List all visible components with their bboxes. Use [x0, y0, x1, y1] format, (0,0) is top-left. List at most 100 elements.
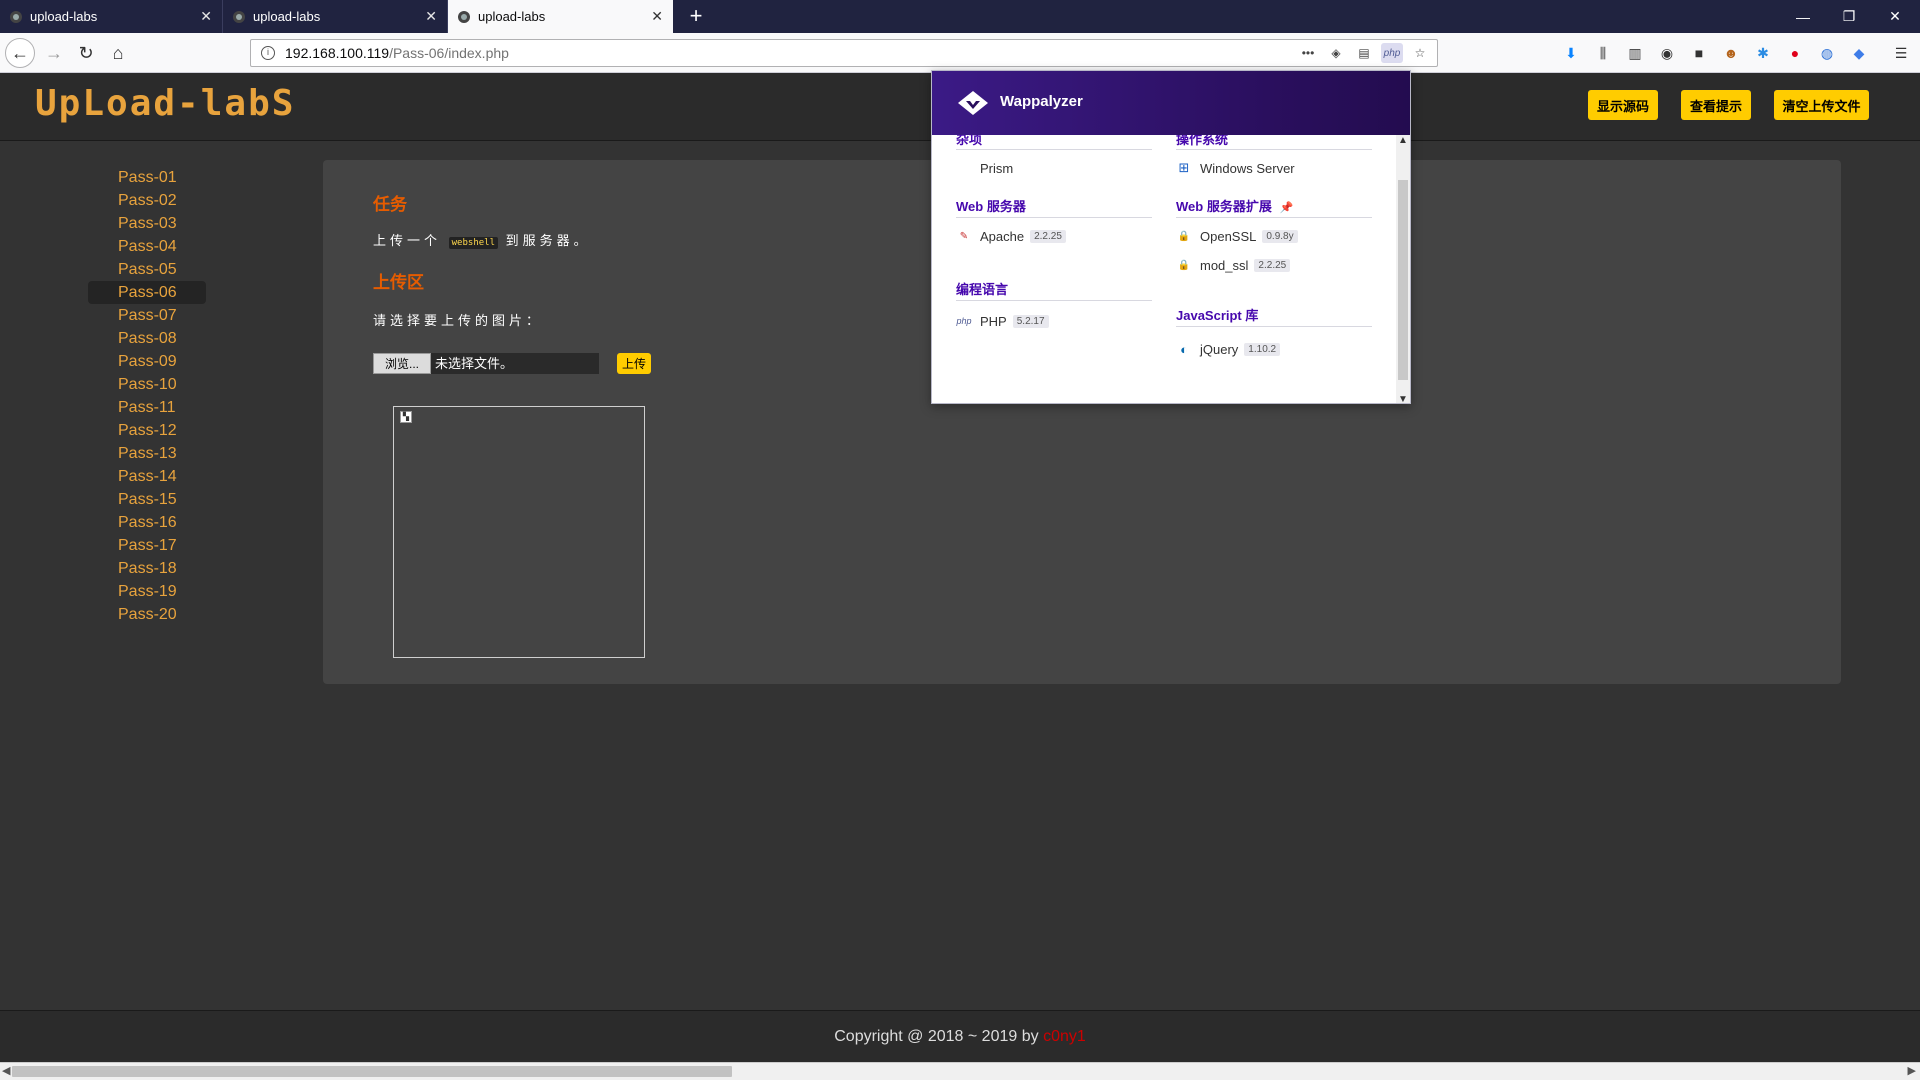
menu-icon[interactable]: ☰ — [1890, 42, 1912, 64]
pin-icon[interactable]: 📌 — [1280, 202, 1294, 214]
account-icon[interactable]: ◉ — [1656, 42, 1678, 64]
browser-tab[interactable]: upload-labs ✕ — [223, 0, 448, 33]
browser-tab-active[interactable]: upload-labs ✕ — [448, 0, 673, 33]
show-hint-button[interactable]: 查看提示 — [1681, 90, 1751, 120]
category-server-extensions[interactable]: Web 服务器扩展 📌 — [1176, 196, 1294, 215]
site-favicon-icon — [10, 10, 22, 23]
divider — [1176, 217, 1372, 218]
apache-feather-icon: ✎ — [959, 230, 969, 242]
clear-uploads-button[interactable]: 清空上传文件 — [1774, 90, 1869, 120]
sidebar-item-pass-19[interactable]: Pass-19 — [88, 580, 206, 603]
sidebar-item-pass-20[interactable]: Pass-20 — [88, 603, 206, 626]
sidebar-item-pass-06[interactable]: Pass-06 — [88, 281, 206, 304]
sidebar-icon[interactable]: ▥ — [1624, 42, 1646, 64]
home-button[interactable]: ⌂ — [104, 39, 132, 67]
scroll-down-icon[interactable]: ▼ — [1398, 394, 1408, 403]
php-extension-icon[interactable]: php — [1381, 43, 1403, 63]
sidebar-item-pass-05[interactable]: Pass-05 — [88, 258, 206, 281]
wappalyzer-header: Wappalyzer — [932, 71, 1410, 135]
sidebar-item-pass-04[interactable]: Pass-04 — [88, 235, 206, 258]
tech-name: mod_ssl — [1200, 257, 1249, 273]
tech-item[interactable]: ⊞ Windows Server — [1176, 160, 1295, 176]
close-window-button[interactable]: ✕ — [1872, 0, 1918, 33]
divider — [956, 217, 1152, 218]
sidebar-item-pass-09[interactable]: Pass-09 — [88, 350, 206, 373]
category-languages[interactable]: 编程语言 — [956, 279, 1008, 298]
tech-name: Apache — [980, 228, 1025, 244]
author-link[interactable]: c0ny1 — [1043, 1028, 1086, 1045]
sidebar-item-pass-02[interactable]: Pass-02 — [88, 189, 206, 212]
tech-item[interactable]: 🔒 mod_ssl 2.2.25 — [1176, 257, 1291, 273]
sidebar-item-pass-08[interactable]: Pass-08 — [88, 327, 206, 350]
bookmark-star-icon[interactable]: ☆ — [1409, 43, 1431, 63]
sidebar-item-pass-12[interactable]: Pass-12 — [88, 419, 206, 442]
tech-name: Windows Server — [1200, 160, 1295, 176]
broken-image-icon: ▚ — [400, 411, 412, 423]
minimize-button[interactable]: — — [1780, 0, 1826, 33]
wappalyzer-scrollbar[interactable]: ▲ ▼ — [1396, 135, 1410, 403]
extension-circle-icon[interactable]: ◍ — [1816, 42, 1838, 64]
close-tab-icon[interactable]: ✕ — [200, 8, 212, 25]
home-icon: ⌂ — [112, 42, 124, 63]
sidebar-item-pass-10[interactable]: Pass-10 — [88, 373, 206, 396]
sidebar-item-pass-01[interactable]: Pass-01 — [88, 166, 206, 189]
tech-name: OpenSSL — [1200, 228, 1257, 244]
library-icon[interactable]: ⫼ — [1592, 42, 1614, 64]
tech-item[interactable]: 🔒 OpenSSL 0.9.8y — [1176, 228, 1298, 244]
extension-badge-icon[interactable]: ◆ — [1848, 42, 1870, 64]
show-source-button[interactable]: 显示源码 — [1588, 90, 1658, 120]
page-actions-icon[interactable]: ••• — [1297, 43, 1319, 63]
category-label: Web 服务器扩展 — [1176, 199, 1272, 214]
sidebar-item-pass-13[interactable]: Pass-13 — [88, 442, 206, 465]
sidebar-item-pass-11[interactable]: Pass-11 — [88, 396, 206, 419]
scrollbar-thumb[interactable] — [12, 1066, 732, 1077]
windows-logo-icon: ⊞ — [1178, 160, 1190, 175]
tech-version: 0.9.8y — [1262, 229, 1298, 243]
sidebar-item-pass-14[interactable]: Pass-14 — [88, 465, 206, 488]
scroll-right-icon[interactable]: ▶ — [1908, 1064, 1916, 1077]
scroll-up-icon[interactable]: ▲ — [1398, 135, 1408, 146]
extension-gear-icon[interactable]: ✱ — [1752, 42, 1774, 64]
url-bar[interactable]: i 192.168.100.119 /Pass-06/index.php •••… — [250, 39, 1438, 67]
upload-button[interactable]: 上传 — [617, 353, 651, 374]
scrollbar-thumb[interactable] — [1398, 180, 1408, 380]
back-button[interactable]: ← — [5, 38, 35, 68]
reload-button[interactable]: ↻ — [72, 39, 100, 67]
lock-icon: 🔒 — [1177, 259, 1191, 271]
tech-item[interactable]: Prism — [956, 160, 1013, 176]
extension-icon[interactable]: ▤ — [1353, 43, 1375, 63]
extension-opera-icon[interactable]: ● — [1784, 42, 1806, 64]
close-tab-icon[interactable]: ✕ — [651, 8, 663, 25]
extension-monkey-icon[interactable]: ☻ — [1720, 42, 1742, 64]
category-js-libraries[interactable]: JavaScript 库 — [1176, 305, 1258, 324]
tech-item[interactable]: ✎ Apache 2.2.25 — [956, 228, 1066, 244]
category-misc[interactable]: 杂项 — [956, 135, 982, 148]
task-prefix: 上传一个 — [373, 233, 442, 248]
category-web-servers[interactable]: Web 服务器 — [956, 196, 1026, 215]
wappalyzer-popup: Wappalyzer 杂项 Prism Web 服务器 ✎ Apache 2.2… — [931, 70, 1411, 404]
download-icon[interactable]: ⬇ — [1560, 42, 1582, 64]
restore-button[interactable]: ❐ — [1826, 0, 1872, 33]
new-tab-button[interactable]: + — [682, 3, 710, 29]
sidebar-item-pass-07[interactable]: Pass-07 — [88, 304, 206, 327]
container-icon[interactable]: ■ — [1688, 42, 1710, 64]
forward-button[interactable]: → — [40, 39, 68, 67]
divider — [956, 149, 1152, 150]
tech-item[interactable]: ◐ jQuery 1.10.2 — [1176, 341, 1281, 357]
browse-button[interactable]: 浏览... — [373, 353, 431, 374]
scroll-left-icon[interactable]: ◀ — [2, 1064, 10, 1077]
sidebar-item-pass-17[interactable]: Pass-17 — [88, 534, 206, 557]
browser-tab[interactable]: upload-labs ✕ — [0, 0, 223, 33]
close-tab-icon[interactable]: ✕ — [425, 8, 437, 25]
tech-item[interactable]: php PHP 5.2.17 — [956, 313, 1049, 329]
category-os[interactable]: 操作系统 — [1176, 135, 1228, 148]
sidebar-item-pass-16[interactable]: Pass-16 — [88, 511, 206, 534]
sidebar-item-pass-18[interactable]: Pass-18 — [88, 557, 206, 580]
horizontal-scrollbar[interactable]: ◀ ▶ — [0, 1062, 1920, 1080]
sidebar-item-pass-03[interactable]: Pass-03 — [88, 212, 206, 235]
site-logo: UpLoad-labS — [35, 83, 296, 124]
pocket-icon[interactable]: ◈ — [1325, 43, 1347, 63]
sidebar-item-pass-15[interactable]: Pass-15 — [88, 488, 206, 511]
info-icon[interactable]: i — [261, 46, 275, 60]
lock-icon: 🔒 — [1177, 230, 1191, 242]
